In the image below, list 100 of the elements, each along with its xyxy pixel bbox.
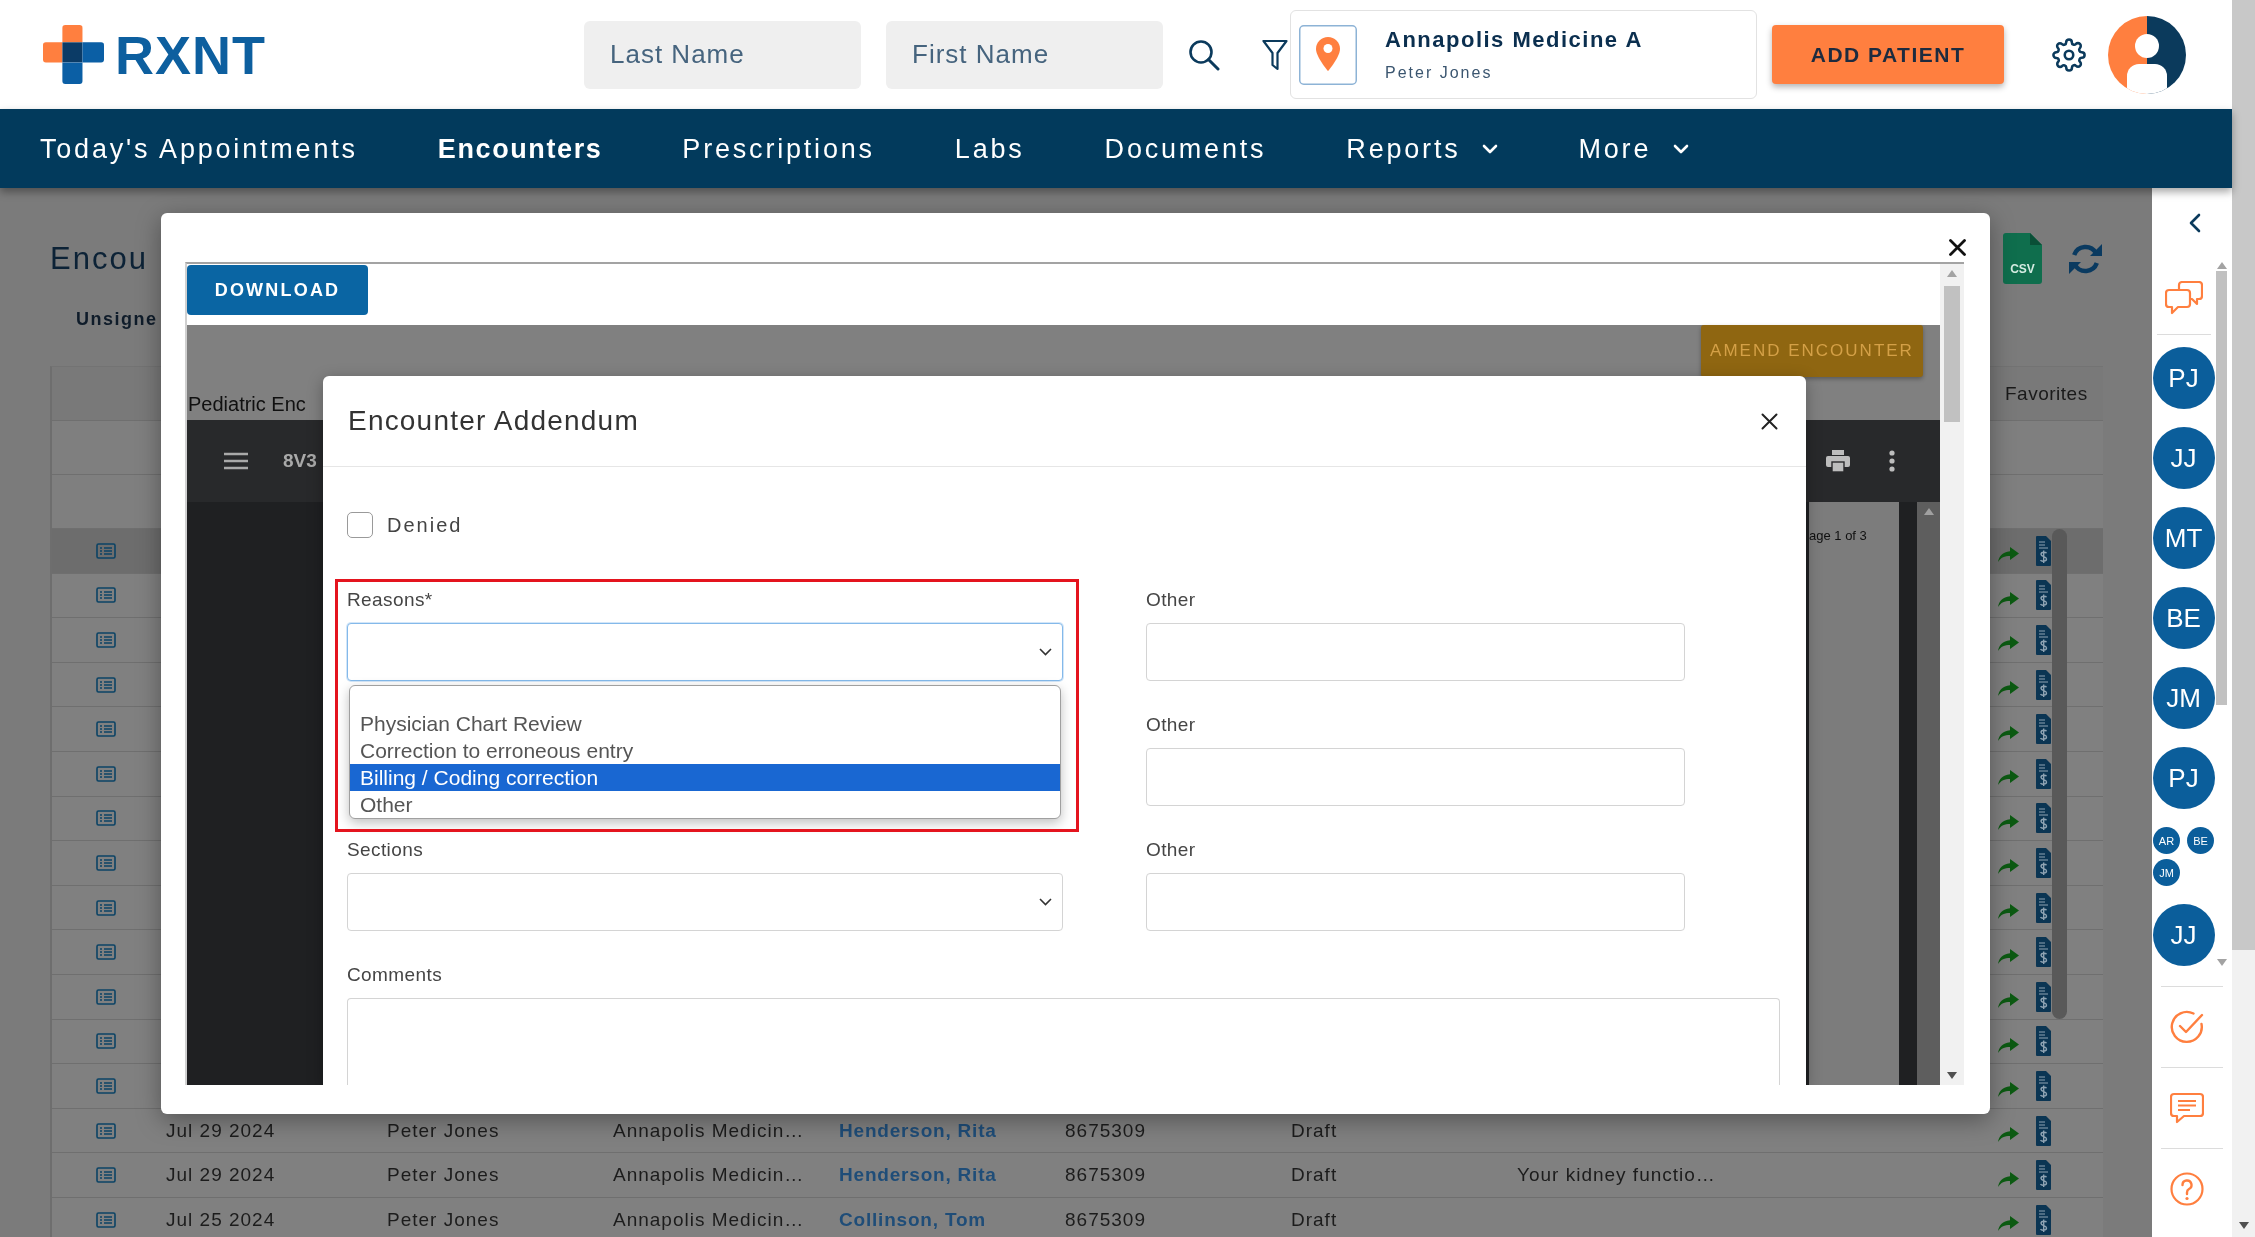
add-patient-button[interactable]: ADD PATIENT <box>1772 25 2004 84</box>
input-field[interactable] <box>1146 748 1685 806</box>
list-icon[interactable] <box>96 542 116 559</box>
forward-arrow-icon[interactable] <box>1998 725 2019 741</box>
dollar-document-icon[interactable] <box>2036 981 2051 1012</box>
dollar-document-icon[interactable] <box>2036 669 2051 700</box>
page-scrollbar[interactable] <box>2232 0 2255 1237</box>
more-options-icon[interactable] <box>1889 450 1895 472</box>
filter-tab[interactable]: Unsigne <box>76 307 158 331</box>
nav-tab[interactable]: Documents <box>1104 131 1267 166</box>
list-icon[interactable] <box>96 676 116 693</box>
dollar-document-icon[interactable] <box>2036 847 2051 878</box>
list-icon[interactable] <box>96 810 116 827</box>
contact-avatar[interactable]: JJ <box>2152 904 2215 966</box>
download-button[interactable]: DOWNLOAD <box>187 265 368 315</box>
contact-avatar[interactable]: AR <box>2153 827 2180 854</box>
scrollbar-thumb[interactable] <box>1944 286 1960 422</box>
scroll-down-arrow-icon[interactable] <box>2238 1222 2249 1229</box>
dollar-document-icon[interactable] <box>2036 892 2051 923</box>
dollar-document-icon[interactable] <box>2036 1070 2051 1101</box>
dollar-document-icon[interactable] <box>2036 1204 2051 1235</box>
menu-icon[interactable] <box>224 452 248 470</box>
dropdown-option[interactable]: Other <box>350 791 1060 818</box>
scroll-down-arrow-icon[interactable] <box>1947 1072 1957 1079</box>
list-icon[interactable] <box>96 1167 116 1184</box>
forward-arrow-icon[interactable] <box>1998 1127 2019 1142</box>
select-field[interactable] <box>347 873 1063 931</box>
print-icon[interactable] <box>1826 450 1850 472</box>
nav-tab[interactable]: Labs <box>954 131 1025 166</box>
scroll-up-arrow-icon[interactable] <box>2216 262 2227 269</box>
dollar-document-icon[interactable] <box>2036 714 2051 745</box>
scrollbar-thumb[interactable] <box>2232 0 2255 950</box>
contact-avatar[interactable]: JM <box>2152 667 2215 729</box>
list-icon[interactable] <box>96 721 116 738</box>
help-icon[interactable] <box>2170 1172 2204 1206</box>
list-icon[interactable] <box>96 632 116 648</box>
checkbox[interactable] <box>347 512 373 538</box>
scroll-up-arrow-icon[interactable] <box>1947 270 1957 277</box>
document-scrollbar[interactable] <box>1917 502 1940 1085</box>
search-field[interactable]: First Name <box>886 20 1163 89</box>
dollar-document-icon[interactable] <box>2036 803 2051 834</box>
forward-arrow-icon[interactable] <box>1998 859 2019 875</box>
nav-tab[interactable]: Reports <box>1346 131 1499 166</box>
dollar-document-icon[interactable] <box>2036 535 2051 566</box>
list-icon[interactable] <box>96 765 116 782</box>
contact-avatar[interactable]: BE <box>2152 587 2215 649</box>
contact-avatar[interactable]: PJ <box>2152 347 2215 409</box>
forward-arrow-icon[interactable] <box>1998 770 2019 786</box>
settings-icon[interactable] <box>2052 37 2086 72</box>
comments-field[interactable] <box>347 998 1780 1085</box>
list-icon[interactable] <box>96 1122 116 1139</box>
scrollbar-thumb[interactable] <box>2216 271 2227 705</box>
forward-arrow-icon[interactable] <box>1998 1216 2019 1232</box>
nav-tab[interactable]: Encounters <box>437 131 603 166</box>
close-icon[interactable] <box>1949 239 1966 256</box>
forward-arrow-icon[interactable] <box>1998 1082 2019 1098</box>
search-field[interactable]: Last Name <box>584 20 861 89</box>
list-icon[interactable] <box>96 944 116 961</box>
dollar-document-icon[interactable] <box>2036 1115 2051 1146</box>
scroll-up-arrow-icon[interactable] <box>1923 508 1934 515</box>
forward-arrow-icon[interactable] <box>1998 993 2019 1009</box>
list-icon[interactable] <box>96 587 116 604</box>
table-scrollbar[interactable] <box>2052 529 2067 1019</box>
list-icon[interactable] <box>96 899 116 916</box>
list-icon[interactable] <box>96 1211 116 1228</box>
close-icon[interactable] <box>1761 412 1778 430</box>
dollar-document-icon[interactable] <box>2036 625 2051 655</box>
check-circle-icon[interactable] <box>2170 1010 2204 1044</box>
forward-arrow-icon[interactable] <box>1998 681 2019 697</box>
list-icon[interactable] <box>96 1077 116 1094</box>
list-icon[interactable] <box>96 988 116 1005</box>
contact-avatar[interactable]: JJ <box>2152 427 2215 489</box>
chat-bubbles-icon[interactable] <box>2164 281 2203 315</box>
dropdown-option[interactable]: Correction to erroneous entry <box>350 737 1060 764</box>
nav-tab[interactable]: Prescriptions <box>682 131 875 166</box>
forward-arrow-icon[interactable] <box>1998 1037 2019 1053</box>
list-icon[interactable] <box>96 1033 116 1050</box>
csv-file-icon[interactable]: CSV <box>2003 233 2042 284</box>
filter-icon[interactable] <box>1262 38 1288 71</box>
forward-arrow-icon[interactable] <box>1998 591 2019 607</box>
user-avatar-icon[interactable] <box>2108 15 2186 94</box>
forward-arrow-icon[interactable] <box>1998 1171 2019 1187</box>
select-field[interactable] <box>347 623 1063 681</box>
message-icon[interactable] <box>2170 1091 2204 1125</box>
frame-scrollbar[interactable] <box>1940 264 1964 1085</box>
contact-avatar[interactable]: JM <box>2153 859 2180 886</box>
forward-arrow-icon[interactable] <box>1998 547 2019 563</box>
search-icon[interactable] <box>1188 38 1220 71</box>
dollar-document-icon[interactable] <box>2036 1026 2051 1057</box>
nav-tab[interactable]: More <box>1578 131 1690 166</box>
forward-arrow-icon[interactable] <box>1998 636 2019 652</box>
forward-arrow-icon[interactable] <box>1998 814 2019 830</box>
input-field[interactable] <box>1146 623 1685 681</box>
input-field[interactable] <box>1146 873 1685 931</box>
dollar-document-icon[interactable] <box>2036 758 2051 789</box>
contact-avatar[interactable]: MT <box>2152 507 2215 569</box>
chevron-left-icon[interactable] <box>2189 212 2201 233</box>
dollar-document-icon[interactable] <box>2036 937 2051 968</box>
nav-tab[interactable]: Today's Appointments <box>40 131 358 166</box>
dropdown-option[interactable]: Physician Chart Review <box>350 710 1060 737</box>
